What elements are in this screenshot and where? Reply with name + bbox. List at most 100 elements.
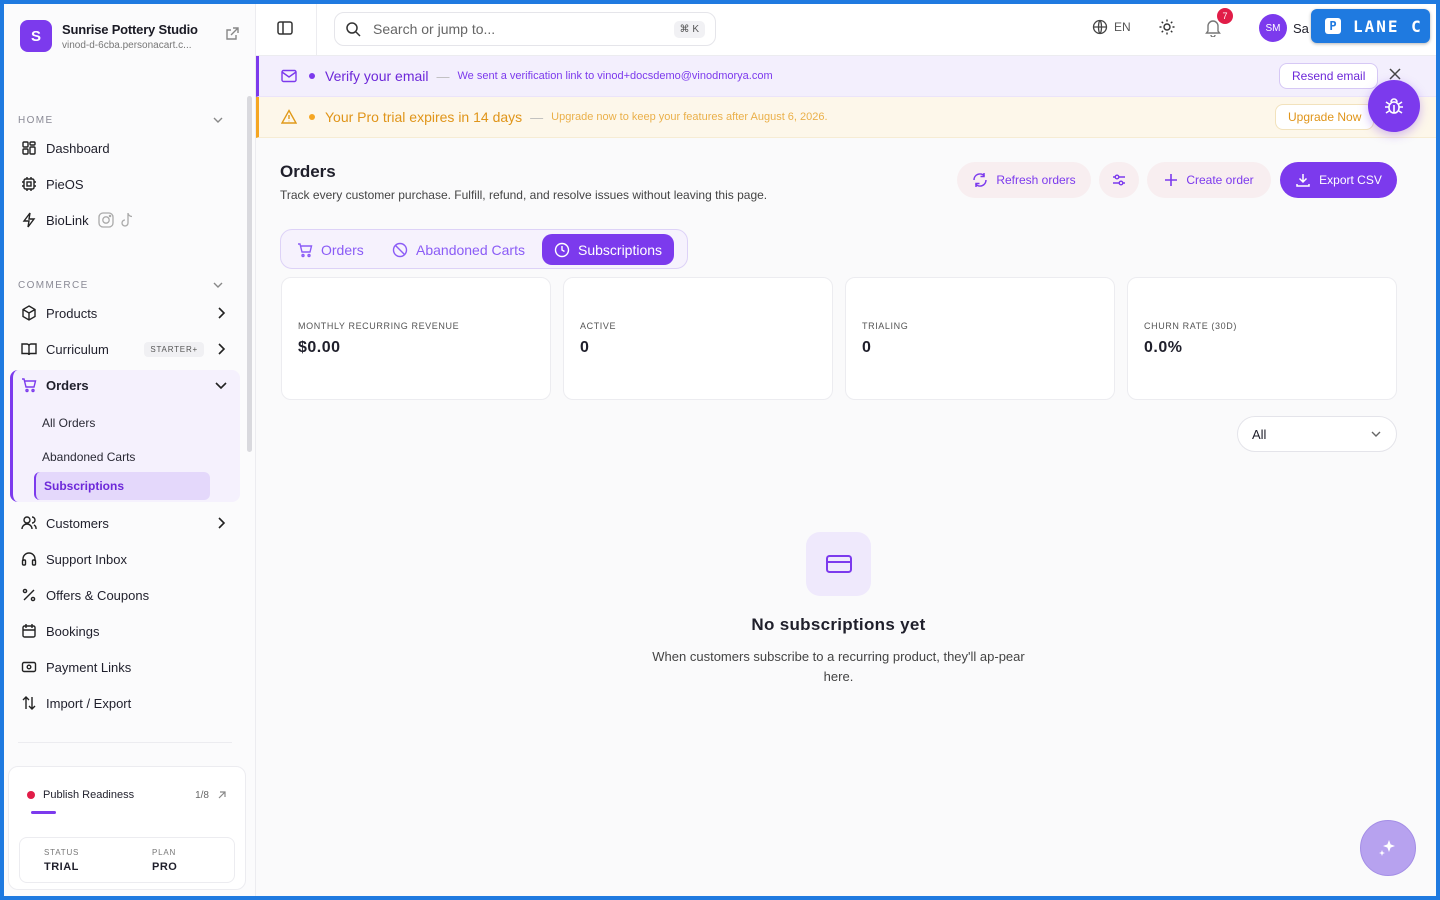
plan-key: PLAN — [152, 848, 177, 857]
sidebar-item-support-inbox[interactable]: Support Inbox — [20, 544, 228, 574]
calendar-icon — [20, 622, 38, 640]
ai-assistant-button[interactable] — [1360, 820, 1416, 876]
avatar[interactable]: SM — [1259, 14, 1287, 42]
sidebar-item-biolink[interactable]: BioLink — [20, 205, 228, 235]
stat-label: CHURN RATE (30D) — [1144, 321, 1237, 331]
sidebar-item-curriculum[interactable]: Curriculum STARTER+ — [20, 334, 228, 364]
sidebar-item-dashboard[interactable]: Dashboard — [20, 133, 228, 163]
topbar: Search or jump to... ⌘ K EN 7 SM Sa — [256, 4, 1436, 56]
chevron-down-icon — [1371, 431, 1381, 437]
cart-icon — [297, 242, 313, 258]
bug-report-button[interactable] — [1368, 80, 1420, 132]
tab-orders-label: Orders — [321, 241, 364, 258]
sidebar-item-import-export[interactable]: Import / Export — [20, 688, 228, 718]
sidebar-item-label: PieOS — [46, 176, 84, 192]
create-order-button[interactable]: Create order — [1147, 162, 1271, 198]
section-commerce[interactable]: COMMERCE — [18, 279, 224, 291]
language-label: EN — [1114, 20, 1131, 34]
credit-card-icon — [806, 532, 871, 596]
refresh-orders-label: Refresh orders — [996, 173, 1076, 187]
sidebar-item-label: Orders — [46, 377, 89, 393]
bug-icon — [1385, 98, 1403, 114]
cart-icon — [20, 376, 38, 394]
sidebar-scrollbar[interactable] — [247, 96, 252, 452]
sidebar-item-bookings[interactable]: Bookings — [20, 616, 228, 646]
external-link-icon[interactable] — [224, 26, 240, 47]
export-csv-button[interactable]: Export CSV — [1280, 162, 1397, 198]
upgrade-now-button[interactable]: Upgrade Now — [1275, 104, 1375, 130]
chevron-down-icon — [215, 382, 227, 390]
brand-header[interactable]: S Sunrise Pottery Studio vinod-d-6cba.pe… — [20, 20, 240, 52]
page-subtitle: Track every customer purchase. Fulfill, … — [280, 188, 768, 202]
trial-banner: Your Pro trial expires in 14 days — Upgr… — [256, 97, 1436, 138]
sidebar-item-label: Bookings — [46, 623, 100, 639]
sidebar-item-pieos[interactable]: PieOS — [20, 169, 228, 199]
status-filter-select[interactable]: All — [1237, 416, 1397, 452]
page-title: Orders — [280, 162, 336, 181]
sidebar-item-customers[interactable]: Customers — [20, 508, 228, 538]
brand-logo: S — [20, 20, 52, 52]
sidebar-item-label: Curriculum — [46, 341, 109, 357]
status-filter-value: All — [1252, 426, 1267, 442]
sun-icon[interactable] — [1158, 18, 1176, 41]
sidebar-item-payment-links[interactable]: Payment Links — [20, 652, 228, 682]
language-switcher[interactable]: EN — [1092, 19, 1131, 35]
sidebar-item-offers[interactable]: Offers & Coupons — [20, 580, 228, 610]
search-input[interactable]: Search or jump to... ⌘ K — [334, 12, 716, 46]
sidebar-subitem-subscriptions[interactable]: Subscriptions — [34, 472, 210, 500]
sidebar-subitem-all-orders[interactable]: All Orders — [34, 409, 210, 437]
lane-letter: P — [1325, 18, 1341, 34]
tab-subscriptions[interactable]: Subscriptions — [542, 234, 675, 265]
tiktok-icon[interactable] — [121, 212, 135, 228]
sidebar-item-label: Offers & Coupons — [46, 587, 150, 603]
stat-label: MONTHLY RECURRING REVENUE — [298, 321, 460, 331]
verify-title: Verify your email — [325, 68, 429, 84]
create-order-label: Create order — [1186, 173, 1254, 187]
publish-label: Publish Readiness — [43, 789, 135, 801]
sidebar-item-products[interactable]: Products — [20, 298, 228, 328]
lane-badge: P LANE C — [1311, 9, 1430, 43]
shortcut-hint: ⌘ K — [673, 20, 705, 38]
resend-email-button[interactable]: Resend email — [1279, 63, 1379, 89]
sidebar-toggle-icon[interactable] — [276, 19, 294, 42]
orders-tabs: Orders Abandoned Carts Subscriptions — [280, 229, 688, 269]
sidebar: S Sunrise Pottery Studio vinod-d-6cba.pe… — [4, 4, 256, 896]
box-icon — [20, 304, 38, 322]
plan-value: PRO — [152, 861, 178, 873]
sidebar-item-label: BioLink — [46, 212, 89, 228]
notification-badge: 7 — [1217, 8, 1233, 24]
plus-icon — [1164, 173, 1178, 187]
lane-label: LANE C — [1353, 16, 1423, 36]
stat-card-trialing: TRIALING 0 — [845, 277, 1115, 400]
sidebar-item-orders[interactable]: Orders — [20, 370, 228, 400]
verify-email-banner: Verify your email — We sent a verificati… — [256, 56, 1436, 97]
instagram-icon[interactable] — [97, 211, 115, 229]
sidebar-item-label: Import / Export — [46, 695, 132, 711]
sidebar-item-label: Dashboard — [46, 140, 110, 156]
publish-readiness-card[interactable]: Publish Readiness 1/8 STATUS TRIAL PLAN … — [8, 766, 246, 890]
section-home-label: HOME — [18, 114, 54, 126]
users-icon — [20, 514, 38, 532]
filter-settings-button[interactable] — [1099, 162, 1139, 198]
stat-label: ACTIVE — [580, 321, 617, 331]
globe-icon — [1092, 19, 1108, 35]
tab-orders[interactable]: Orders — [285, 234, 376, 265]
user-name[interactable]: Sa — [1293, 21, 1309, 36]
headset-icon — [20, 550, 38, 568]
status-value: TRIAL — [44, 861, 79, 873]
trial-subtitle: Upgrade now to keep your features after … — [551, 111, 828, 123]
brand-name: Sunrise Pottery Studio — [62, 21, 198, 37]
stat-value: $0.00 — [298, 339, 341, 356]
sliders-icon — [1113, 174, 1125, 186]
chevron-right-icon — [218, 307, 226, 319]
refresh-orders-button[interactable]: Refresh orders — [957, 162, 1091, 198]
sidebar-subitem-abandoned-carts[interactable]: Abandoned Carts — [34, 443, 210, 471]
section-home[interactable]: HOME — [18, 114, 224, 126]
download-icon — [1295, 172, 1311, 188]
trial-dot — [309, 114, 315, 120]
status-key: STATUS — [44, 848, 80, 857]
tab-abandoned-carts[interactable]: Abandoned Carts — [380, 234, 537, 265]
refresh-icon — [972, 172, 988, 188]
plan-badge: STARTER+ — [144, 341, 204, 357]
sidebar-item-label: Products — [46, 305, 98, 321]
